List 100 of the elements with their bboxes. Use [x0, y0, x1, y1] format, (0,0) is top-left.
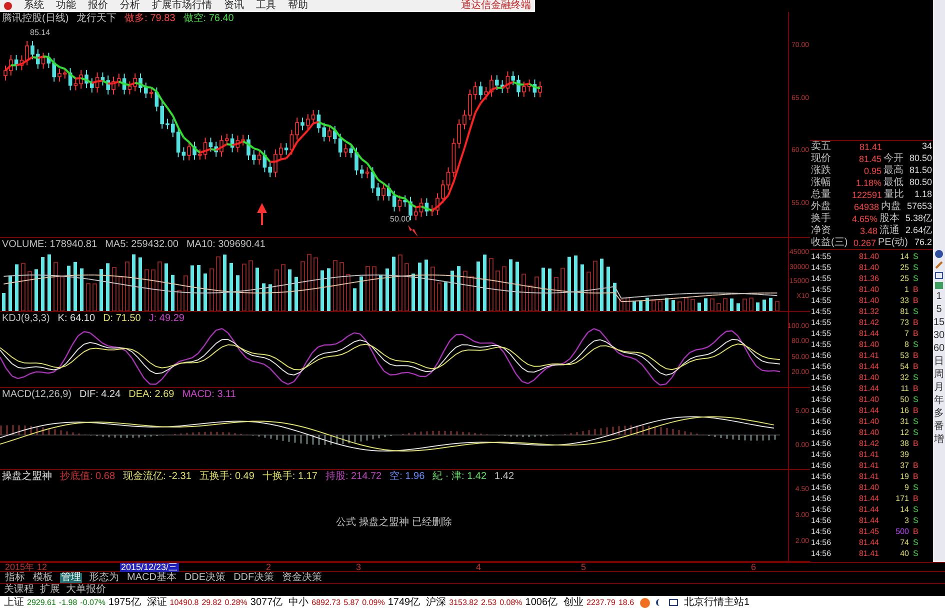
indicator-tab[interactable]: 资金决策 — [281, 572, 324, 582]
menu-item[interactable]: 资讯 — [224, 1, 244, 11]
trade-time: 14:55 — [811, 330, 832, 338]
trade-price: 81.41 — [858, 472, 879, 480]
trade-time: 14:56 — [811, 428, 832, 436]
trade-volume: 81 — [899, 308, 909, 316]
period-button[interactable]: 月 — [934, 383, 944, 393]
period-button[interactable]: 15 — [933, 318, 945, 328]
trade-time: 14:55 — [811, 340, 832, 348]
trade-time: 14:55 — [811, 264, 832, 272]
trade-volume: 16 — [899, 406, 909, 414]
trade-volume: 11 — [900, 384, 909, 392]
trade-price: 81.41 — [858, 550, 879, 558]
trade-time: 14:55 — [811, 318, 832, 326]
trade-side: B — [913, 494, 918, 502]
trade-side: S — [913, 506, 918, 514]
indicator-label: DIF: 4.24 — [79, 390, 121, 400]
index-change: 29.82 — [202, 598, 222, 606]
trade-side: S — [913, 374, 918, 382]
indicator-tab[interactable]: 形态为 — [88, 572, 120, 582]
indicator-label: 龙行天下 — [76, 14, 117, 24]
trade-volume: 25 — [899, 264, 909, 272]
window-icon[interactable] — [935, 272, 943, 279]
menu-item[interactable]: 报价 — [88, 1, 108, 11]
period-button[interactable]: 增 — [934, 435, 944, 445]
quote-label: 外盘 — [811, 202, 832, 212]
trade-side: S — [913, 516, 918, 524]
trade-time: 14:56 — [811, 528, 832, 536]
date-label: 2015年 — [4, 563, 36, 572]
indicator-label: 现金流亿: -2.31 — [123, 472, 192, 482]
period-button[interactable]: 1 — [936, 292, 942, 302]
quote-value: 64938 — [852, 202, 879, 212]
trade-price: 81.44 — [858, 362, 879, 370]
indicator-label: MA10: 309690.41 — [186, 240, 266, 250]
indicator-tab[interactable]: 指标 — [4, 572, 26, 582]
sub-tab[interactable]: 大单报价 — [66, 585, 106, 595]
trade-time: 14:56 — [811, 472, 832, 480]
indicator-label: 持股: 214.72 — [325, 472, 382, 482]
trade-side: B — [913, 362, 918, 370]
index-name: 深证 — [146, 598, 167, 608]
quote-value: 34 — [920, 142, 932, 152]
indicator-label: 五换手: 0.49 — [199, 472, 254, 482]
trade-volume: 39 — [899, 450, 909, 458]
indicator-label: 紀 · 津: 1.42 — [432, 472, 487, 482]
index-name: 上证 — [4, 598, 24, 608]
pencil-icon[interactable] — [935, 261, 943, 269]
date-label: 3 — [355, 563, 362, 572]
menu-item[interactable]: 帮助 — [288, 1, 308, 11]
period-button[interactable]: 60 — [933, 344, 945, 354]
server-label: 北京行情主站1 — [684, 598, 750, 608]
sub-tab[interactable]: 关课程 — [4, 585, 34, 595]
quote-value: 122591 — [850, 190, 882, 200]
trade-price: 81.40 — [858, 264, 879, 272]
trade-side: B — [913, 330, 918, 338]
trade-time: 14:56 — [811, 418, 832, 426]
trade-time: 14:56 — [811, 538, 832, 546]
sub-tab[interactable]: 扩展 — [40, 585, 60, 595]
period-button[interactable]: 30 — [933, 331, 945, 341]
period-button[interactable]: 周 — [934, 370, 944, 380]
trade-volume: 171 — [894, 494, 909, 502]
indicator-tab[interactable]: DDF决策 — [232, 572, 276, 582]
indicator-label: MACD: 3.11 — [182, 390, 236, 400]
trade-side: S — [913, 418, 918, 426]
index-name: 创业 — [564, 598, 584, 608]
trade-side: S — [913, 264, 918, 272]
trade-time: 14:56 — [811, 550, 832, 558]
trade-price: 81.44 — [858, 406, 879, 414]
period-button[interactable]: 日 — [934, 357, 944, 367]
indicator-label: 1.42 — [494, 472, 514, 482]
period-button[interactable]: 年 — [934, 396, 944, 406]
trade-time: 14:56 — [811, 352, 832, 360]
indicator-tab[interactable]: 模板 — [32, 572, 54, 582]
trade-time: 14:56 — [811, 516, 832, 524]
trade-time: 14:55 — [811, 286, 832, 294]
menu-item[interactable]: 分析 — [120, 1, 140, 11]
period-button[interactable]: 多 — [934, 409, 944, 419]
index-value: 2237.79 — [586, 598, 616, 606]
period-button[interactable]: 5 — [936, 305, 942, 315]
quote-label: 卖五 — [811, 142, 832, 152]
indicator-label: 操盘之盟神 — [2, 472, 52, 482]
indicator-tab[interactable]: 管理 — [60, 572, 82, 582]
indicator-tab[interactable]: DDE决策 — [183, 572, 227, 582]
trade-time: 14:55 — [811, 296, 832, 304]
menu-item[interactable]: 功能 — [56, 1, 76, 11]
date-label: 2 — [265, 563, 272, 572]
indicator-label: 腾讯控股(日线) — [2, 14, 69, 24]
indicator-label: VOLUME: 178940.81 — [2, 240, 98, 250]
indicator-tab[interactable]: MACD基本 — [126, 572, 178, 582]
indicator-label: 空: 1.96 — [390, 472, 425, 482]
trade-price: 81.36 — [858, 274, 879, 282]
quote-value: 5.38亿 — [904, 214, 932, 224]
indicator-label: KDJ(9,3,3) — [2, 314, 50, 324]
menu-item[interactable]: 工具 — [256, 1, 276, 11]
trade-side: S — [913, 274, 918, 282]
period-button[interactable]: 番 — [934, 422, 944, 432]
trade-price: 81.40 — [858, 418, 879, 426]
quote-value: 4.65% — [850, 214, 878, 224]
trade-price: 81.40 — [858, 286, 879, 294]
trade-price: 81.42 — [858, 440, 879, 448]
quote-label: 最低 — [883, 178, 904, 188]
